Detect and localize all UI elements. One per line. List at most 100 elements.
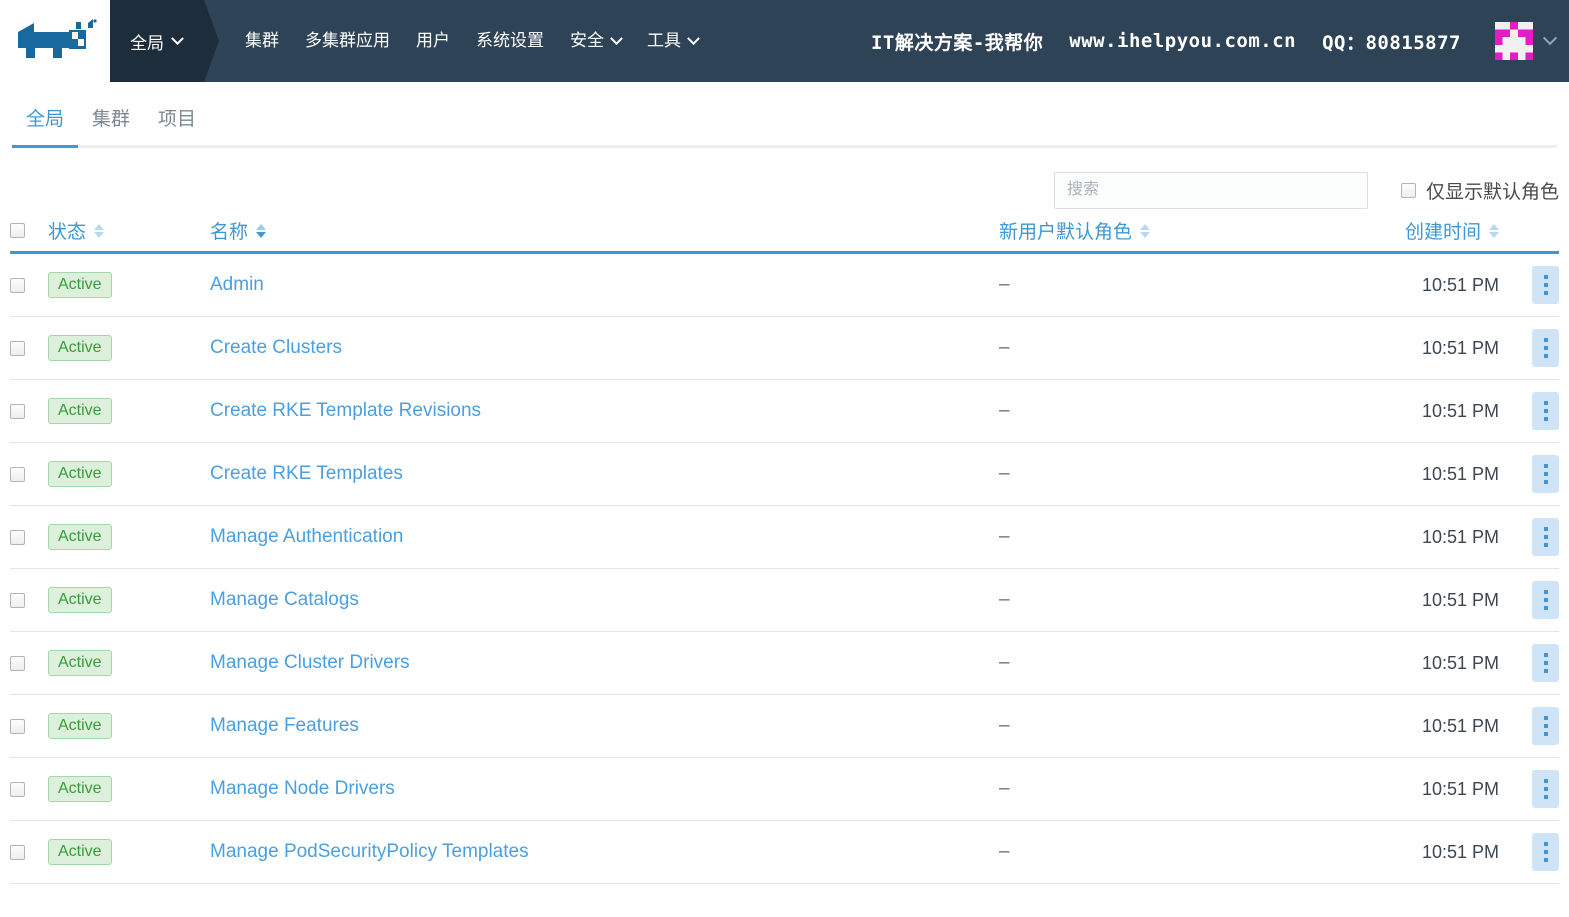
select-all-checkbox[interactable] (10, 223, 25, 238)
role-name-link[interactable]: Manage Authentication (210, 526, 403, 547)
kebab-menu-icon[interactable] (1532, 770, 1559, 808)
role-name-link[interactable]: Manage Cluster Drivers (210, 652, 410, 673)
role-name-link[interactable]: Create Clusters (210, 337, 342, 358)
select-all-cell[interactable] (10, 223, 48, 238)
kebab-menu-icon[interactable] (1532, 644, 1559, 682)
table-row[interactable]: Active Manage Authentication – 10:51 PM (10, 506, 1559, 569)
table-row[interactable]: Active Manage PodSecurityPolicy Template… (10, 821, 1559, 884)
row-checkbox[interactable] (10, 529, 25, 545)
kebab-menu-icon[interactable] (1532, 266, 1559, 304)
row-select-cell[interactable] (10, 340, 48, 356)
kebab-menu-icon[interactable] (1532, 833, 1559, 871)
row-checkbox[interactable] (10, 277, 25, 293)
row-select-cell[interactable] (10, 718, 48, 734)
chevron-down-icon (610, 31, 623, 45)
row-select-cell[interactable] (10, 466, 48, 482)
row-select-cell[interactable] (10, 781, 48, 797)
role-name-link[interactable]: Manage Node Drivers (210, 778, 395, 799)
row-checkbox[interactable] (10, 403, 25, 419)
column-header-label: 名称 (210, 222, 249, 243)
tab-global[interactable]: 全局 (12, 104, 79, 148)
row-actions-cell[interactable] (1499, 392, 1559, 430)
kebab-menu-icon[interactable] (1532, 455, 1559, 493)
table-toolbar: 仅显示默认角色 (0, 148, 1569, 210)
role-name-link[interactable]: Manage Catalogs (210, 589, 359, 610)
tab-project[interactable]: 项目 (144, 104, 210, 145)
row-default-role-cell: – (999, 841, 1299, 863)
row-actions-cell[interactable] (1499, 707, 1559, 745)
kebab-menu-icon[interactable] (1532, 392, 1559, 430)
row-checkbox[interactable] (10, 655, 25, 671)
logo-container[interactable] (0, 0, 110, 82)
user-menu[interactable] (1495, 22, 1558, 60)
row-actions-cell[interactable] (1499, 833, 1559, 871)
table-row[interactable]: Active Manage Cluster Drivers – 10:51 PM (10, 632, 1559, 695)
row-created-cell: 10:51 PM (1299, 464, 1499, 485)
row-checkbox[interactable] (10, 844, 25, 860)
row-actions-cell[interactable] (1499, 518, 1559, 556)
kebab-menu-icon[interactable] (1532, 707, 1559, 745)
table-row[interactable]: Active Create RKE Templates – 10:51 PM (10, 443, 1559, 506)
row-select-cell[interactable] (10, 529, 48, 545)
sort-icon[interactable] (94, 223, 105, 238)
context-switcher-label: 全局 (130, 33, 164, 53)
row-state-cell: Active (48, 838, 210, 866)
default-role-value: – (999, 841, 1010, 862)
row-actions-cell[interactable] (1499, 581, 1559, 619)
created-time-value: 10:51 PM (1421, 778, 1499, 799)
row-select-cell[interactable] (10, 844, 48, 860)
kebab-menu-icon[interactable] (1532, 581, 1559, 619)
row-actions-cell[interactable] (1499, 329, 1559, 367)
row-actions-cell[interactable] (1499, 644, 1559, 682)
status-badge: Active (48, 712, 112, 740)
tab-cluster[interactable]: 集群 (78, 104, 144, 145)
row-select-cell[interactable] (10, 592, 48, 608)
table-row[interactable]: Active Create RKE Template Revisions – 1… (10, 380, 1559, 443)
nav-item-users[interactable]: 用户 (403, 0, 463, 82)
nav-item-multi-cluster-apps[interactable]: 多集群应用 (292, 0, 403, 82)
table-row[interactable]: Active Admin – 10:51 PM (10, 254, 1559, 317)
row-select-cell[interactable] (10, 277, 48, 293)
row-checkbox[interactable] (10, 718, 25, 734)
table-row[interactable]: Active Manage Node Drivers – 10:51 PM (10, 758, 1559, 821)
row-checkbox[interactable] (10, 340, 25, 356)
row-select-cell[interactable] (10, 655, 48, 671)
sort-icon[interactable] (1140, 223, 1151, 238)
kebab-menu-icon[interactable] (1532, 329, 1559, 367)
row-checkbox[interactable] (10, 466, 25, 482)
table-row[interactable]: Active Manage Features – 10:51 PM (10, 695, 1559, 758)
default-roles-only-filter[interactable]: 仅显示默认角色 (1400, 177, 1559, 204)
role-name-link[interactable]: Manage PodSecurityPolicy Templates (210, 841, 529, 862)
role-name-link[interactable]: Create RKE Template Revisions (210, 400, 481, 421)
table-row[interactable]: Active Manage Catalogs – 10:51 PM (10, 569, 1559, 632)
row-checkbox[interactable] (10, 592, 25, 608)
roles-table: 状态 名称 新用户默认角色 创建时间 Active Admin – 10:51 … (0, 210, 1569, 884)
role-name-link[interactable]: Create RKE Templates (210, 463, 403, 484)
nav-item-security[interactable]: 安全 (557, 0, 634, 82)
row-select-cell[interactable] (10, 403, 48, 419)
row-actions-cell[interactable] (1499, 266, 1559, 304)
row-actions-cell[interactable] (1499, 455, 1559, 493)
table-row[interactable]: Active Create Clusters – 10:51 PM (10, 317, 1559, 380)
rancher-cow-logo-icon[interactable] (12, 18, 98, 64)
column-header-default-role[interactable]: 新用户默认角色 (999, 217, 1299, 244)
nav-item-label: 集群 (245, 31, 279, 50)
column-header-name[interactable]: 名称 (210, 217, 999, 244)
column-header-created[interactable]: 创建时间 (1299, 217, 1499, 244)
sort-icon[interactable] (256, 223, 267, 238)
column-header-state[interactable]: 状态 (48, 217, 210, 244)
search-input[interactable] (1053, 171, 1368, 209)
nav-item-system-settings[interactable]: 系统设置 (463, 0, 557, 82)
main-navbar: 全局 集群 多集群应用 用户 系统设置 安全 工具 IT解决方案-我帮你 www… (110, 0, 1569, 82)
sort-icon[interactable] (1489, 223, 1499, 238)
identicon-avatar[interactable] (1495, 22, 1533, 60)
nav-item-clusters[interactable]: 集群 (232, 0, 292, 82)
role-name-link[interactable]: Manage Features (210, 715, 359, 736)
row-actions-cell[interactable] (1499, 770, 1559, 808)
role-name-link[interactable]: Admin (210, 274, 264, 295)
kebab-menu-icon[interactable] (1532, 518, 1559, 556)
default-roles-only-checkbox[interactable] (1400, 182, 1416, 198)
row-checkbox[interactable] (10, 781, 25, 797)
context-switcher[interactable]: 全局 (110, 0, 219, 82)
nav-item-tools[interactable]: 工具 (634, 0, 711, 82)
